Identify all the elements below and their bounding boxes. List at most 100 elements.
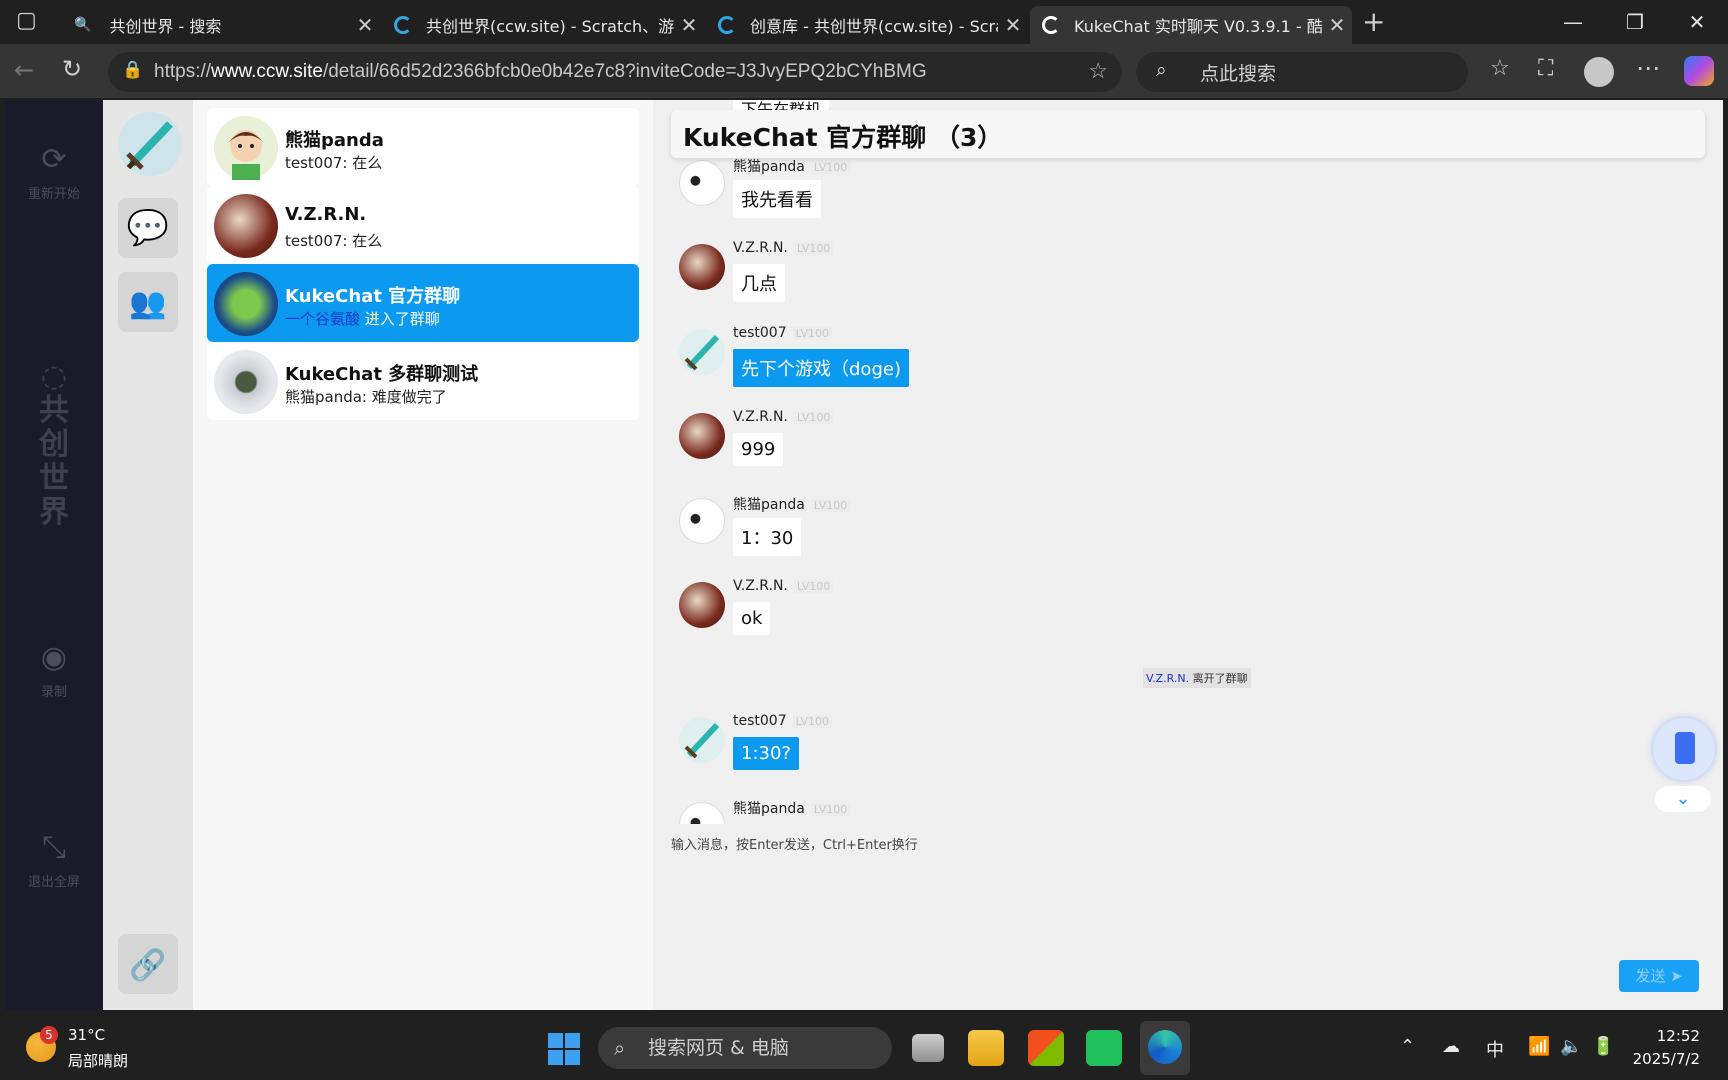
level-badge: LV100 [810,161,851,174]
contacts-nav-button[interactable]: 👥 [118,272,178,332]
user-avatar[interactable] [118,112,182,176]
search-icon: 🔍 [74,17,92,33]
ccw-logo-icon [1042,16,1060,34]
record-button[interactable]: ◉ 录制 [5,640,103,700]
conversation-name: V.Z.R.N. [285,204,367,225]
chat-title: KukeChat 官方群聊 （3） [671,110,1705,158]
avatar [214,116,278,180]
floating-assistant-button[interactable] [1653,718,1715,780]
more-icon[interactable]: ⋯ [1636,54,1660,82]
store-icon[interactable] [1028,1030,1064,1066]
exit-fullscreen-label: 退出全屏 [27,875,80,890]
level-badge: LV100 [810,803,851,816]
exit-fullscreen-icon: ⤡ [42,830,66,865]
conversation-name: KukeChat 官方群聊 [285,286,461,307]
message-bubble: ok [733,602,771,635]
record-icon: ◉ [40,640,68,675]
input-method[interactable]: 中 [1486,1036,1504,1062]
message-sender: V.Z.R.N. LV100 [733,240,834,256]
favorites-icon[interactable]: ☆ [1490,56,1510,81]
close-icon[interactable]: ✕ [998,13,1028,37]
browser-toolbar: ← ↻ 🔒 https://www.ccw.site/detail/66d52d… [0,44,1728,98]
message-list[interactable]: 下午在群机 熊猫pandaLV100 我先看看 V.Z.R.N.LV100 几点… [653,100,1723,824]
copilot-icon[interactable] [1684,56,1714,86]
chat-nav-button[interactable]: 💬 [118,198,178,258]
close-icon[interactable]: ✕ [674,13,704,37]
sender-name: V.Z.R.N. [733,578,788,594]
conversation-name: KukeChat 多群聊测试 [285,364,479,385]
clock-time[interactable]: 12:52 [1638,1027,1700,1045]
screenshot-icon[interactable]: ⛶ [1538,56,1553,81]
restart-icon: ⟳ [41,142,67,177]
close-icon[interactable]: ✕ [350,13,380,37]
preview-text: 进入了群聊 [360,310,440,328]
back-icon[interactable]: ← [14,56,34,84]
task-view-icon[interactable] [912,1034,944,1062]
avatar [679,244,725,290]
diamond-sword-icon [124,121,173,172]
conversation-item[interactable]: KukeChat 多群聊测试 熊猫panda: 难度做完了 [207,342,639,420]
file-explorer-icon[interactable] [968,1030,1004,1066]
panda-avatar [679,802,725,824]
notice-username: V.Z.R.N. [1146,672,1190,685]
search-placeholder: 点此搜索 [1200,62,1277,85]
scroll-to-bottom-button[interactable]: ⌄ [1655,786,1711,812]
message-bubble: 1:30? [733,737,799,770]
tab-kukechat[interactable]: KukeChat 实时聊天 V0.3.9.1 - 酷可 ✕ [1030,6,1352,44]
refresh-icon[interactable]: ↻ [62,55,82,83]
message-bubble: 几点 [733,264,785,302]
tab-search[interactable]: 🔍 共创世界 - 搜索 ✕ [62,6,380,44]
avatar [679,413,725,459]
url-prefix: https:// [154,61,212,82]
weather-widget[interactable]: 5 31°C 局部晴朗 [20,1016,140,1080]
browser-tab-bar: ▢ 🔍 共创世界 - 搜索 ✕ 共创世界(ccw.site) - Scratch… [0,0,1728,44]
start-icon[interactable] [548,1033,580,1065]
message-input[interactable]: 输入消息，按Enter发送，Ctrl+Enter换行 [671,834,918,853]
address-bar[interactable]: 🔒 https://www.ccw.site/detail/66d52d2366… [108,52,1122,92]
taskbar-search[interactable]: ⌕ 搜索网页 & 电脑 [598,1027,892,1069]
volume-icon[interactable]: 🔈 [1560,1036,1582,1057]
favorite-star-icon[interactable]: ☆ [1088,58,1108,84]
level-badge: LV100 [792,715,833,728]
window-close-icon[interactable]: ✕ [1672,6,1722,38]
sender-name: 熊猫panda [733,497,805,513]
wechat-icon[interactable] [1086,1030,1122,1066]
conversation-item-active[interactable]: KukeChat 官方群聊 一个谷氨酸 进入了群聊 [207,264,639,342]
lock-icon: 🔒 [122,60,144,79]
exit-fullscreen-button[interactable]: ⤡ 退出全屏 [5,830,103,890]
send-button[interactable]: 发送 ➤ [1619,960,1699,992]
new-tab-icon[interactable]: + [1362,5,1385,38]
tab-ccw-home[interactable]: 共创世界(ccw.site) - Scratch、游戏 ✕ [382,6,704,44]
wifi-icon[interactable]: 📶 [1528,1036,1550,1057]
weather-badge: 5 [40,1026,58,1044]
url-host: www.ccw.site [211,61,323,82]
restore-icon[interactable]: ❐ [1610,6,1660,38]
tab-title: 创意库 - 共创世界(ccw.site) - Scratch [750,17,998,36]
profile-avatar[interactable] [1584,57,1614,87]
message-sender: 熊猫panda LV100 [733,156,851,176]
search-input[interactable]: ⌕ 点此搜索 [1136,52,1468,92]
edge-taskbar-button[interactable] [1140,1021,1190,1075]
panda-avatar [679,160,725,206]
onedrive-icon[interactable]: ☁ [1442,1036,1460,1057]
tab-ccw-library[interactable]: 创意库 - 共创世界(ccw.site) - Scratch ✕ [706,6,1028,44]
chat-bubble-icon: 💬 [126,208,170,248]
conversation-preview: test007: 在么 [285,232,383,250]
restart-button[interactable]: ⟳ 重新开始 [5,142,103,202]
edge-icon [1148,1030,1182,1064]
chevron-up-icon[interactable]: ⌃ [1400,1036,1415,1057]
conversation-item[interactable]: V.Z.R.N. test007: 在么 [207,186,639,264]
notice-text: 离开了群聊 [1189,672,1248,685]
taskbar-search-text: 搜索网页 & 电脑 [648,1037,789,1059]
link-button[interactable]: 🔗 [118,934,178,994]
tab-actions-icon[interactable]: ▢ [16,8,37,33]
close-icon[interactable]: ✕ [1322,13,1352,37]
minimize-icon[interactable]: — [1548,6,1598,38]
message-sender: V.Z.R.N. LV100 [733,409,834,425]
input-placeholder: 输入消息，按Enter发送，Ctrl+Enter换行 [671,838,918,853]
sender-name: test007 [733,325,787,341]
message-sender: test007 LV100 [733,713,833,729]
clock-date[interactable]: 2025/7/2 [1604,1050,1700,1068]
conversation-item[interactable]: 熊猫panda test007: 在么 [207,108,639,186]
ccw-logo-icon [394,16,412,34]
